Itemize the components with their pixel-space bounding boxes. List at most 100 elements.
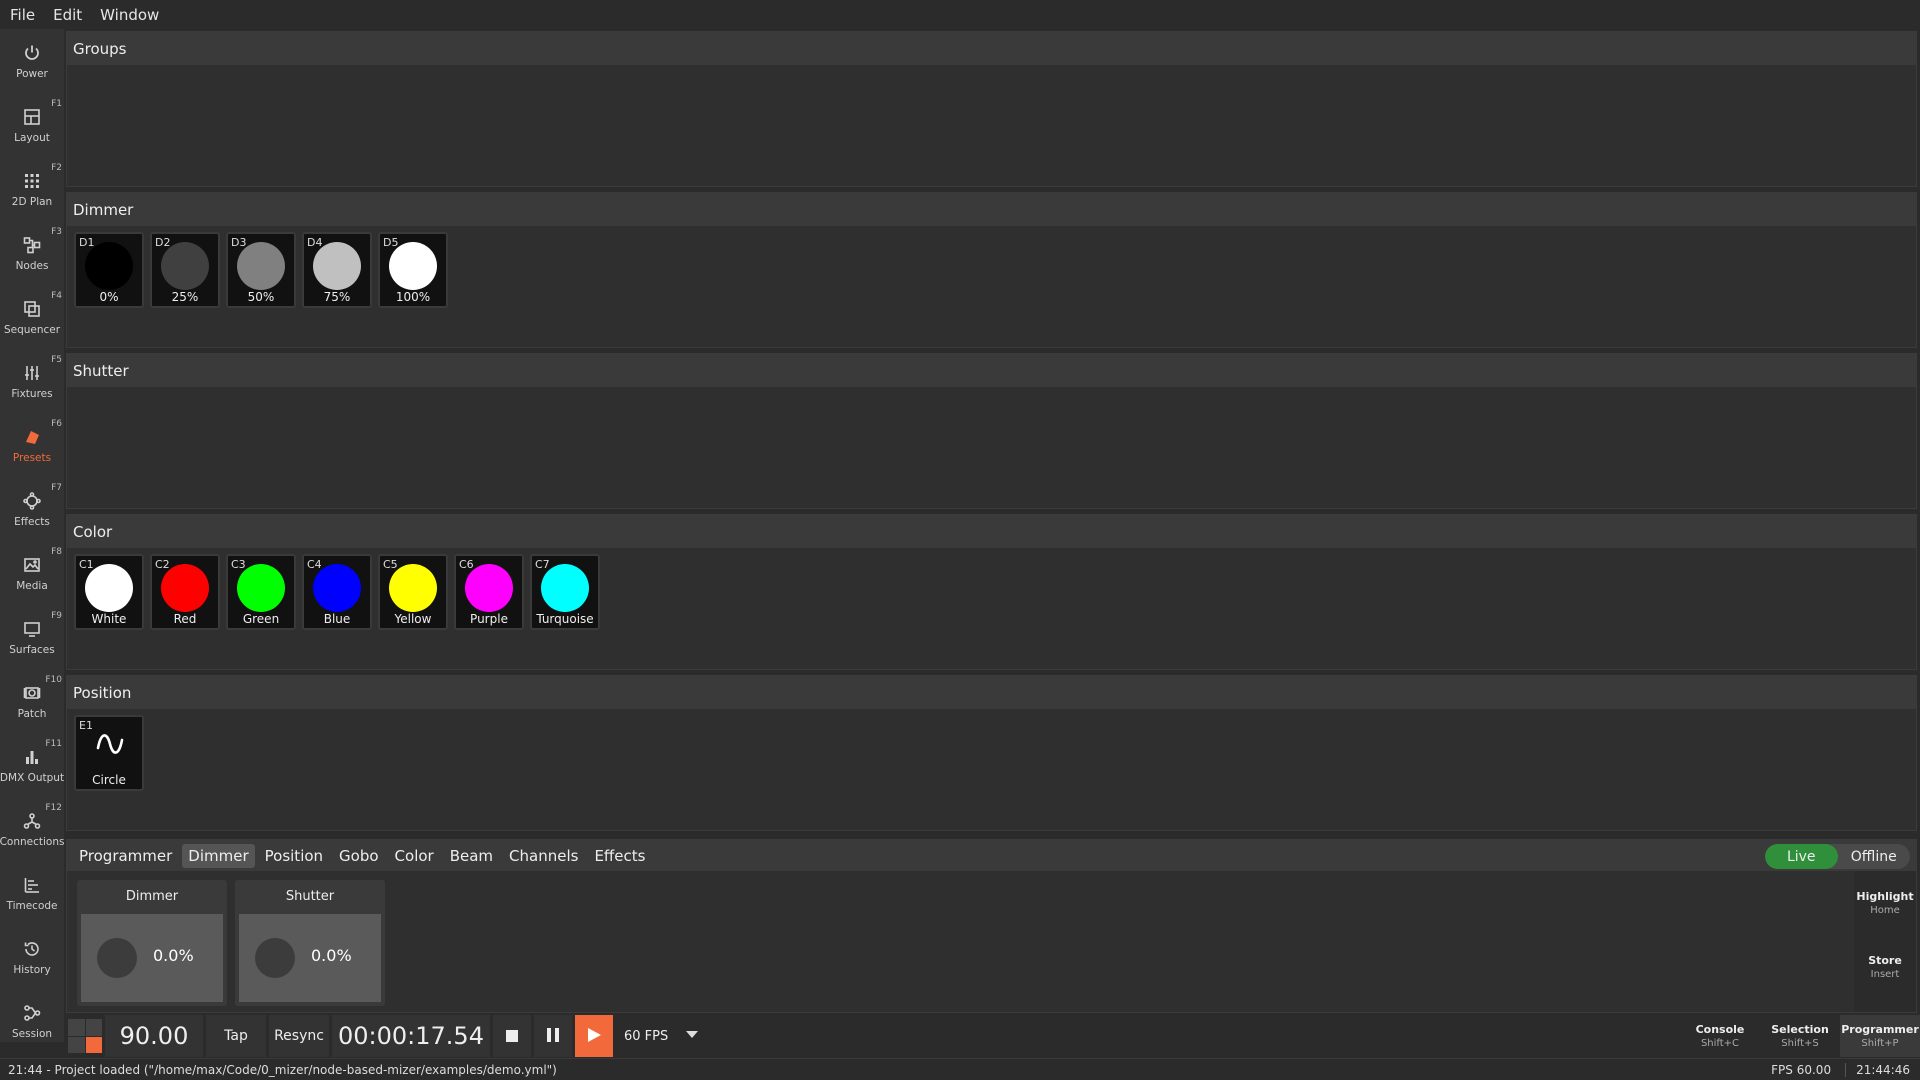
- sidebar-item-label: 2D Plan: [11, 196, 53, 208]
- preset-tile[interactable]: D2 25%: [150, 232, 220, 308]
- button-title: Store: [1868, 954, 1902, 967]
- sidebar-item-label: Media: [16, 580, 48, 592]
- tab-position[interactable]: Position: [259, 844, 329, 868]
- preset-tile[interactable]: D3 50%: [226, 232, 296, 308]
- sidebar-item-label: Power: [16, 68, 48, 80]
- programmer-tabs: Programmer Dimmer Position Gobo Color Be…: [67, 840, 1916, 871]
- sidebar-item-label: Presets: [12, 452, 52, 464]
- preset-tile[interactable]: D5 100%: [378, 232, 448, 308]
- connections-icon: [21, 810, 43, 832]
- sidebar-item-media[interactable]: F8 Media: [0, 541, 64, 605]
- panel-dimmer: Dimmer D1 0% D2 25% D3 50% D4 75% D5 100%: [66, 192, 1917, 348]
- tab-color[interactable]: Color: [389, 844, 440, 868]
- preset-tile[interactable]: C4 Blue: [302, 554, 372, 630]
- preset-label: Yellow: [394, 612, 432, 626]
- preset-tile[interactable]: D1 0%: [74, 232, 144, 308]
- offline-option[interactable]: Offline: [1838, 844, 1911, 869]
- sidebar-item-timecode[interactable]: Timecode: [0, 861, 64, 925]
- sidebar-item-presets[interactable]: F6 Presets: [0, 413, 64, 477]
- sequencer-icon: [21, 298, 43, 320]
- preset-tile[interactable]: C3 Green: [226, 554, 296, 630]
- preset-label: Blue: [323, 612, 351, 626]
- preset-tile[interactable]: C7 Turquoise: [530, 554, 600, 630]
- sidebar-item-layout[interactable]: F1 Layout: [0, 93, 64, 157]
- panel-position: Position E1 Circle: [66, 675, 1917, 831]
- preset-label: Turquoise: [536, 612, 594, 626]
- fader-knob[interactable]: [97, 938, 137, 978]
- console-view-button[interactable]: Console Shift+C: [1680, 1015, 1760, 1057]
- preset-label: 75%: [323, 290, 351, 304]
- sidebar-item-nodes[interactable]: F3 Nodes: [0, 221, 64, 285]
- shortcut-key: F8: [51, 547, 62, 557]
- live-option[interactable]: Live: [1765, 844, 1838, 869]
- button-shortcut: Home: [1870, 905, 1900, 916]
- preset-tile[interactable]: E1 Circle: [74, 715, 144, 791]
- selection-view-button[interactable]: Selection Shift+S: [1760, 1015, 1840, 1057]
- menu-edit[interactable]: Edit: [53, 6, 82, 24]
- color-swatch: [161, 242, 209, 290]
- preset-tile[interactable]: C5 Yellow: [378, 554, 448, 630]
- tab-programmer[interactable]: Programmer: [73, 844, 178, 868]
- preset-tile[interactable]: C6 Purple: [454, 554, 524, 630]
- sidebar-item-label: Patch: [17, 708, 47, 720]
- sidebar-item-power[interactable]: Power: [0, 29, 64, 93]
- sidebar-item-2d-plan[interactable]: F2 2D Plan: [0, 157, 64, 221]
- preset-tile[interactable]: D4 75%: [302, 232, 372, 308]
- tab-gobo[interactable]: Gobo: [333, 844, 385, 868]
- shortcut-key: F3: [51, 227, 62, 237]
- sidebar-item-surfaces[interactable]: F9 Surfaces: [0, 605, 64, 669]
- store-button[interactable]: Store Insert: [1854, 935, 1916, 999]
- color-swatch: [465, 564, 513, 612]
- shortcut-key: F12: [45, 803, 62, 813]
- tab-effects[interactable]: Effects: [588, 844, 651, 868]
- menu-window[interactable]: Window: [100, 6, 159, 24]
- preset-tile[interactable]: C1 White: [74, 554, 144, 630]
- preset-label: 0%: [99, 290, 119, 304]
- live-offline-toggle[interactable]: Live Offline: [1765, 844, 1910, 869]
- sidebar-item-label: Effects: [14, 516, 50, 528]
- preset-id: C2: [155, 558, 170, 571]
- panel-title: Dimmer: [67, 193, 1916, 226]
- fps-dropdown[interactable]: 60 FPS: [616, 1015, 706, 1057]
- stop-button[interactable]: [493, 1015, 531, 1057]
- bpm-display[interactable]: 90.00: [105, 1015, 203, 1057]
- sidebar-item-label: DMX Output: [0, 772, 65, 784]
- sidebar-item-fixtures[interactable]: F5 Fixtures: [0, 349, 64, 413]
- preset-tile[interactable]: C2 Red: [150, 554, 220, 630]
- status-bar: 21:44 - Project loaded ("/home/max/Code/…: [0, 1058, 1920, 1080]
- timecode-icon: [21, 874, 43, 896]
- monitor-icon: [21, 618, 43, 640]
- preset-label: 50%: [247, 290, 275, 304]
- fader-knob[interactable]: [255, 938, 295, 978]
- highlight-button[interactable]: Highlight Home: [1854, 871, 1916, 935]
- beat-indicator: [68, 1019, 102, 1053]
- sidebar-item-patch[interactable]: F10 Patch: [0, 669, 64, 733]
- sidebar-item-sequencer[interactable]: F4 Sequencer: [0, 285, 64, 349]
- sidebar-item-dmx-output[interactable]: F11 DMX Output: [0, 733, 64, 797]
- sidebar-item-history[interactable]: History: [0, 925, 64, 989]
- preset-id: C1: [79, 558, 94, 571]
- sidebar-item-session[interactable]: Session: [0, 989, 64, 1053]
- sidebar-item-connections[interactable]: F12 Connections: [0, 797, 64, 861]
- button-shortcut: Shift+S: [1781, 1038, 1819, 1049]
- tab-channels[interactable]: Channels: [503, 844, 584, 868]
- pause-button[interactable]: [534, 1015, 572, 1057]
- panel-title: Groups: [67, 32, 1916, 65]
- fader-area[interactable]: 0.0%: [239, 914, 381, 1002]
- resync-button[interactable]: Resync: [269, 1015, 329, 1057]
- fader-area[interactable]: 0.0%: [81, 914, 223, 1002]
- tab-beam[interactable]: Beam: [444, 844, 499, 868]
- tap-button[interactable]: Tap: [206, 1015, 266, 1057]
- button-shortcut: Shift+C: [1700, 1038, 1740, 1049]
- play-button[interactable]: [575, 1015, 613, 1057]
- preset-id: C4: [307, 558, 322, 571]
- button-title: Selection: [1771, 1023, 1829, 1036]
- tab-dimmer[interactable]: Dimmer: [182, 843, 255, 868]
- preset-id: C6: [459, 558, 474, 571]
- view-switcher: Console Shift+C Selection Shift+S Progra…: [1680, 1015, 1920, 1057]
- sidebar-item-effects[interactable]: F7 Effects: [0, 477, 64, 541]
- sidebar-item-label: Layout: [14, 132, 50, 144]
- programmer-view-button[interactable]: Programmer Shift+P: [1840, 1015, 1920, 1057]
- color-swatch: [313, 242, 361, 290]
- menu-file[interactable]: File: [10, 6, 35, 24]
